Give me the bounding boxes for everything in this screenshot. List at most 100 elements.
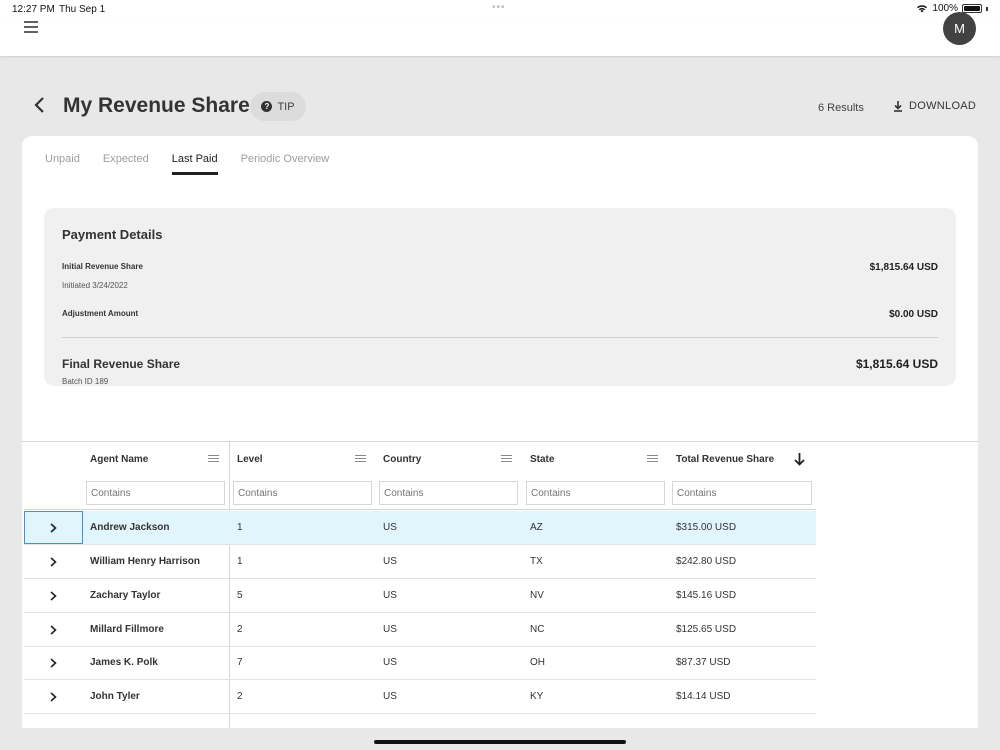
cell-state: KY: [530, 691, 544, 702]
column-header-level[interactable]: Level: [237, 442, 263, 476]
expand-row-button[interactable]: [24, 680, 83, 713]
cell-total: $14.14 USD: [676, 691, 731, 702]
cell-country: US: [383, 691, 397, 702]
download-label: DOWNLOAD: [909, 100, 977, 112]
tab-expected[interactable]: Expected: [103, 153, 149, 175]
cell-country: US: [383, 590, 397, 601]
filter-total-revenue[interactable]: [672, 481, 812, 505]
cell-total: $125.65 USD: [676, 624, 737, 635]
menu-icon[interactable]: [24, 21, 38, 35]
table-row[interactable]: Andrew Jackson 1 US AZ $315.00 USD: [24, 511, 816, 545]
avatar[interactable]: M: [943, 12, 976, 45]
cell-country: US: [383, 522, 397, 533]
cell-total: $145.16 USD: [676, 590, 737, 601]
cell-state: OH: [530, 657, 545, 668]
cell-agent-name: Millard Fillmore: [90, 624, 164, 635]
chevron-right-icon: [50, 624, 57, 635]
chevron-right-icon: [50, 522, 57, 533]
cell-total: $315.00 USD: [676, 522, 737, 533]
initial-revenue-amount: $1,815.64 USD: [869, 262, 938, 273]
cell-state: AZ: [530, 522, 543, 533]
tab-unpaid[interactable]: Unpaid: [45, 153, 80, 175]
cell-agent-name: James K. Polk: [90, 657, 158, 668]
adjustment-amount: $0.00 USD: [889, 309, 938, 320]
column-header-total-revenue[interactable]: Total Revenue Share: [676, 442, 774, 476]
cell-agent-name: Zachary Taylor: [90, 590, 161, 601]
cell-level: 5: [237, 590, 243, 601]
cell-state: TX: [530, 556, 543, 567]
cell-total: $242.80 USD: [676, 556, 737, 567]
help-icon: ?: [261, 101, 273, 112]
cell-level: 7: [237, 657, 243, 668]
agent-grid: Agent Name Level Country State Total Rev…: [22, 441, 978, 728]
column-menu-icon[interactable]: [208, 455, 219, 464]
cell-level: 2: [237, 624, 243, 635]
download-icon: [894, 100, 902, 112]
back-arrow-icon[interactable]: [32, 97, 48, 113]
column-header-agent-name[interactable]: Agent Name: [90, 442, 148, 476]
status-bar: 12:27 PM Thu Sep 1 ••• 100%: [0, 0, 1000, 18]
payment-details-panel: Payment Details Initial Revenue Share In…: [44, 208, 956, 386]
column-header-country[interactable]: Country: [383, 442, 421, 476]
page-header: My Revenue Share ? TIP 6 Results DOWNLOA…: [0, 90, 1000, 126]
cell-level: 2: [237, 691, 243, 702]
cell-state: NV: [530, 590, 544, 601]
divider: [62, 337, 938, 338]
app-bar: M: [0, 12, 1000, 56]
wifi-icon: [917, 5, 928, 13]
adjustment-label: Adjustment Amount: [62, 309, 139, 318]
column-menu-icon[interactable]: [501, 455, 512, 464]
cell-total: $87.37 USD: [676, 657, 731, 668]
filter-country[interactable]: [379, 481, 518, 505]
chevron-right-icon: [50, 657, 57, 668]
chevron-right-icon: [50, 691, 57, 702]
grid-header: Agent Name Level Country State Total Rev…: [24, 442, 816, 510]
filter-agent-name[interactable]: [86, 481, 225, 505]
filter-level[interactable]: [233, 481, 372, 505]
expand-row-button[interactable]: [24, 613, 83, 646]
multitasking-dots-icon[interactable]: •••: [492, 2, 506, 13]
status-date: Thu Sep 1: [59, 4, 106, 15]
tip-button[interactable]: ? TIP: [250, 92, 306, 121]
cell-level: 1: [237, 556, 243, 567]
tab-last-paid[interactable]: Last Paid: [171, 153, 218, 175]
batch-id: Batch ID 189: [62, 377, 109, 386]
column-menu-icon[interactable]: [647, 455, 658, 464]
cell-country: US: [383, 556, 397, 567]
payment-details-title: Payment Details: [62, 227, 163, 242]
initiated-date: Initiated 3/24/2022: [62, 281, 128, 290]
home-indicator[interactable]: [374, 740, 626, 744]
expand-row-button[interactable]: [24, 511, 83, 544]
tab-periodic-overview[interactable]: Periodic Overview: [241, 153, 330, 175]
sort-descending-icon[interactable]: [794, 453, 805, 466]
cell-country: US: [383, 657, 397, 668]
content-card: Unpaid Expected Last Paid Periodic Overv…: [22, 136, 978, 728]
table-row[interactable]: William Henry Harrison 1 US TX $242.80 U…: [24, 545, 816, 579]
cell-agent-name: John Tyler: [90, 691, 140, 702]
column-menu-icon[interactable]: [355, 455, 366, 464]
download-button[interactable]: DOWNLOAD: [893, 100, 976, 112]
status-time: 12:27 PM: [12, 4, 55, 15]
expand-row-button[interactable]: [24, 545, 83, 578]
cell-country: US: [383, 624, 397, 635]
cell-agent-name: William Henry Harrison: [90, 556, 200, 567]
filter-state[interactable]: [526, 481, 665, 505]
chevron-right-icon: [50, 590, 57, 601]
expand-row-button[interactable]: [24, 646, 83, 679]
cell-agent-name: Andrew Jackson: [90, 522, 170, 533]
final-revenue-label: Final Revenue Share: [62, 357, 181, 371]
results-count: 6 Results: [818, 102, 864, 114]
table-row[interactable]: John Tyler 2 US KY $14.14 USD: [24, 680, 816, 714]
cell-level: 1: [237, 522, 243, 533]
column-header-state[interactable]: State: [530, 442, 554, 476]
tab-bar: Unpaid Expected Last Paid Periodic Overv…: [45, 153, 352, 175]
table-row[interactable]: James K. Polk 7 US OH $87.37 USD: [24, 646, 816, 680]
table-row[interactable]: Zachary Taylor 5 US NV $145.16 USD: [24, 579, 816, 613]
cell-state: NC: [530, 624, 545, 635]
initial-revenue-label: Initial Revenue Share: [62, 262, 143, 271]
tip-label: TIP: [277, 100, 295, 113]
chevron-right-icon: [50, 556, 57, 567]
table-row[interactable]: Millard Fillmore 2 US NC $125.65 USD: [24, 613, 816, 647]
page-title: My Revenue Share: [63, 94, 250, 117]
expand-row-button[interactable]: [24, 579, 83, 612]
